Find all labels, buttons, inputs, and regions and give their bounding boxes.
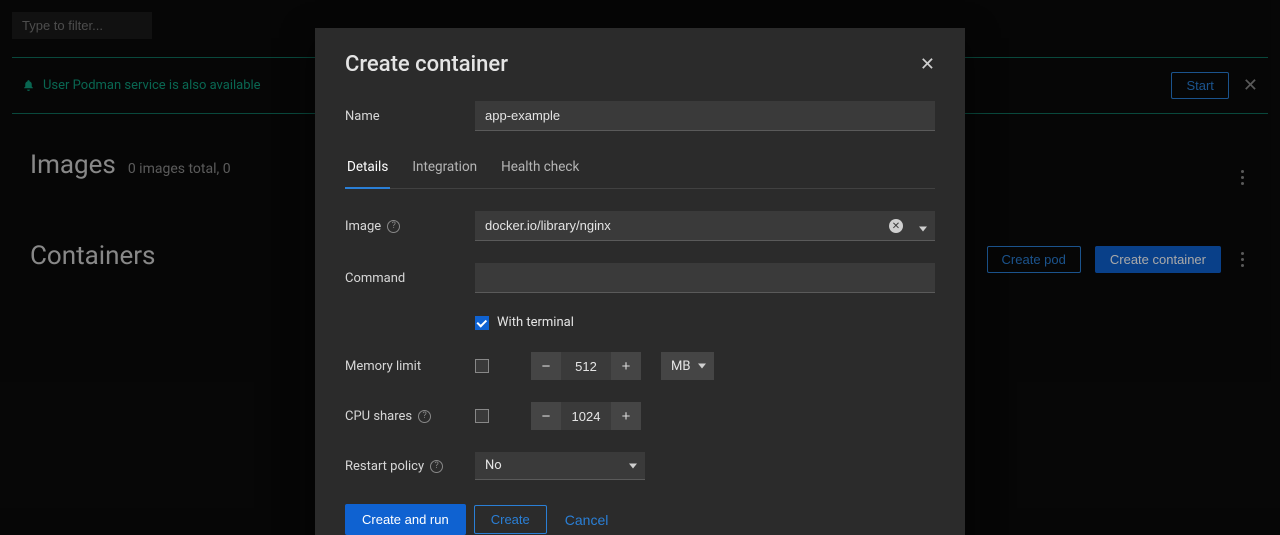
cpu-shares-checkbox[interactable] [475,409,489,423]
create-and-run-button[interactable]: Create and run [345,504,466,535]
restart-policy-select[interactable]: No [475,452,645,480]
memory-plus-button[interactable]: + [611,352,641,380]
clear-icon[interactable]: ✕ [889,219,903,233]
tab-integration[interactable]: Integration [410,153,479,189]
chevron-down-icon[interactable] [919,217,927,236]
cancel-button[interactable]: Cancel [555,506,619,534]
memory-minus-button[interactable]: − [531,352,561,380]
command-label: Command [345,271,475,286]
cpu-stepper: − + [531,402,641,430]
with-terminal-checkbox[interactable] [475,316,489,330]
chevron-down-icon [629,463,637,468]
memory-limit-label: Memory limit [345,359,475,374]
memory-unit-select[interactable]: MB [661,352,714,380]
cpu-plus-button[interactable]: + [611,402,641,430]
chevron-down-icon [698,364,706,369]
name-input[interactable] [475,101,935,131]
modal-overlay: Create container ✕ Name Details Integrat… [0,0,1280,535]
modal-title: Create container [345,52,508,77]
help-icon[interactable]: ? [387,220,400,233]
tab-health-check[interactable]: Health check [499,153,581,189]
create-container-modal: Create container ✕ Name Details Integrat… [315,28,965,535]
cpu-input[interactable] [561,402,611,430]
memory-limit-checkbox[interactable] [475,359,489,373]
cpu-minus-button[interactable]: − [531,402,561,430]
modal-footer: Create and run Create Cancel [345,504,935,535]
tab-details[interactable]: Details [345,153,390,189]
image-label: Image ? [345,219,475,234]
command-input[interactable] [475,263,935,293]
modal-tabs: Details Integration Health check [345,153,935,189]
image-input[interactable] [475,211,935,241]
cpu-shares-label: CPU shares ? [345,409,475,424]
help-icon[interactable]: ? [430,460,443,473]
help-icon[interactable]: ? [418,410,431,423]
with-terminal-label: With terminal [497,315,574,330]
restart-policy-label: Restart policy ? [345,459,475,474]
create-button[interactable]: Create [474,505,547,534]
close-icon[interactable]: ✕ [920,54,935,75]
name-label: Name [345,109,475,124]
memory-input[interactable] [561,352,611,380]
memory-stepper: − + [531,352,641,380]
